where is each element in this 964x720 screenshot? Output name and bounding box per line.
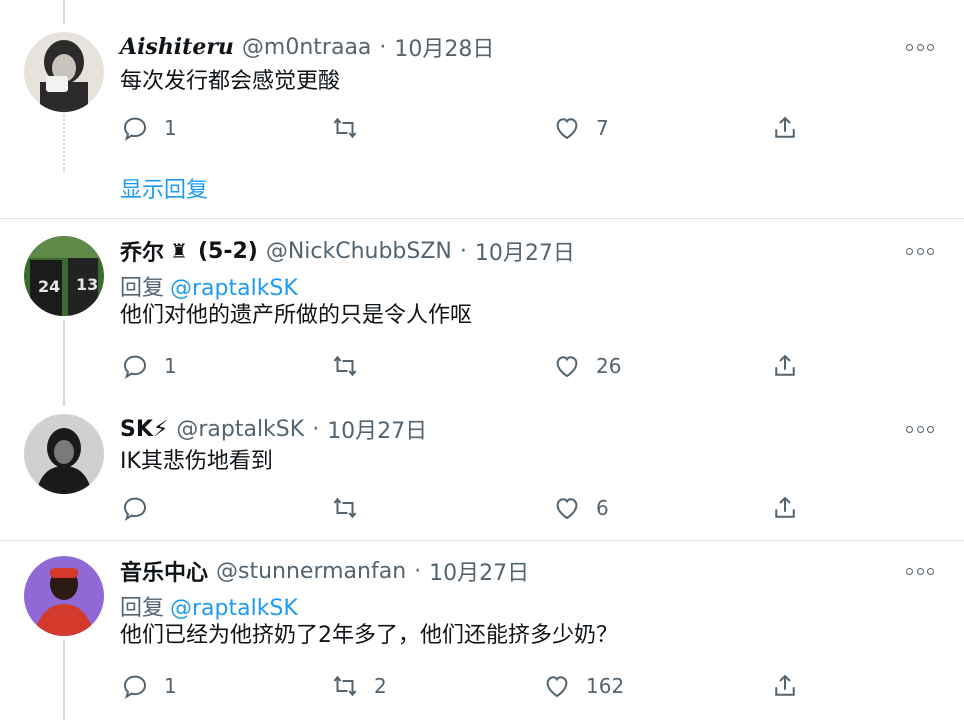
more-icon[interactable] (900, 240, 940, 262)
reply-count: 1 (164, 116, 177, 140)
retweet-icon (333, 117, 357, 139)
reply-icon (123, 355, 147, 379)
mention-link[interactable]: @raptalkSK (170, 276, 298, 301)
handle[interactable]: @NickChubbSZN (266, 239, 452, 264)
like-count: 7 (596, 116, 609, 140)
tweet-date[interactable]: 10月27日 (475, 235, 575, 267)
reply-icon (123, 675, 147, 699)
like-button[interactable]: 6 (552, 492, 609, 524)
like-button[interactable]: 162 (542, 670, 624, 702)
retweet-icon (333, 497, 357, 519)
retweet-icon (333, 355, 357, 377)
reply-to: 回复 @raptalkSK (120, 590, 940, 621)
retweet-button[interactable] (330, 492, 360, 524)
share-button[interactable] (770, 112, 800, 144)
show-replies-link[interactable]: 显示回复 (120, 172, 208, 204)
display-name[interactable]: SK⚡ (120, 417, 168, 442)
reply-button[interactable]: 1 (120, 670, 177, 702)
reply-to-label: 回复 (120, 596, 165, 621)
retweet-button[interactable]: 2 (330, 670, 387, 702)
more-icon[interactable] (900, 560, 940, 582)
share-icon (775, 674, 795, 696)
tweet-text: 他们已经为他挤奶了2年多了，他们还能挤多少奶？ (120, 623, 618, 648)
heart-icon (556, 356, 578, 378)
tweet[interactable]: Aishiteru @m0ntraaa · 10月28日 每次发行都会感觉更酸 … (0, 32, 964, 218)
avatar[interactable] (24, 32, 104, 112)
record-badge: (5-2) (197, 238, 258, 264)
more-icon[interactable] (900, 36, 940, 58)
separator-dot: · (312, 416, 320, 442)
reply-count: 1 (164, 354, 177, 378)
share-icon (775, 116, 795, 138)
reply-icon (123, 497, 147, 521)
handle[interactable]: @stunnermanfan (216, 559, 406, 584)
tweet[interactable]: 音乐中心 @stunnermanfan · 10月27日 回复 @raptalkS… (0, 556, 964, 720)
retweet-button[interactable] (330, 350, 360, 382)
heart-icon (556, 498, 578, 520)
tweet-text: IK其悲伤地看到 (120, 449, 273, 474)
like-count: 26 (596, 354, 622, 378)
display-name[interactable]: Aishiteru (120, 34, 234, 60)
avatar[interactable]: 24 13 (24, 236, 104, 316)
like-button[interactable]: 26 (552, 350, 621, 382)
like-count: 162 (586, 674, 625, 698)
share-button[interactable] (770, 350, 800, 382)
handle[interactable]: @m0ntraaa (242, 35, 372, 60)
share-button[interactable] (770, 492, 800, 524)
display-name[interactable]: 音乐中心 (120, 555, 208, 587)
heart-icon (546, 676, 568, 698)
separator-dot: · (379, 34, 387, 60)
divider (0, 218, 964, 219)
tweet-date[interactable]: 10月27日 (327, 413, 427, 445)
share-button[interactable] (770, 670, 800, 702)
like-button[interactable]: 7 (552, 112, 609, 144)
avatar[interactable] (24, 556, 104, 636)
mention-link[interactable]: @raptalkSK (170, 596, 298, 621)
more-icon[interactable] (900, 418, 940, 440)
thread-line-top (63, 0, 65, 24)
retweet-count: 2 (374, 674, 387, 698)
tweet-feed: Aishiteru @m0ntraaa · 10月28日 每次发行都会感觉更酸 … (0, 0, 964, 720)
team-emoji-icon: ♜ (170, 239, 188, 263)
reply-icon (123, 117, 147, 141)
display-name[interactable]: 乔尔 (120, 235, 164, 267)
tweet[interactable]: 24 13 乔尔 ♜ (5-2) @NickChubbSZN · 10月27日 … (0, 236, 964, 396)
reply-button[interactable] (120, 492, 150, 524)
reply-count: 1 (164, 674, 177, 698)
svg-text:13: 13 (76, 275, 98, 294)
tweet[interactable]: SK⚡ @raptalkSK · 10月27日 IK其悲伤地看到 6 (0, 414, 964, 540)
reply-to-label: 回复 (120, 276, 165, 301)
tweet-date[interactable]: 10月28日 (394, 31, 494, 63)
avatar[interactable] (24, 414, 104, 494)
divider (0, 540, 964, 541)
tweet-text: 每次发行都会感觉更酸 (120, 69, 341, 94)
separator-dot: · (414, 558, 422, 584)
separator-dot: · (459, 238, 467, 264)
tweet-date[interactable]: 10月27日 (429, 555, 529, 587)
reply-button[interactable]: 1 (120, 112, 177, 144)
reply-button[interactable]: 1 (120, 350, 177, 382)
like-count: 6 (596, 496, 609, 520)
handle[interactable]: @raptalkSK (176, 417, 304, 442)
tweet-text: 他们对他的遗产所做的只是令人作呕 (120, 303, 473, 328)
reply-to: 回复 @raptalkSK (120, 270, 940, 301)
share-icon (775, 496, 795, 518)
svg-text:24: 24 (38, 277, 60, 296)
retweet-button[interactable] (330, 112, 360, 144)
heart-icon (556, 118, 578, 140)
share-icon (775, 354, 795, 376)
retweet-icon (333, 675, 357, 697)
